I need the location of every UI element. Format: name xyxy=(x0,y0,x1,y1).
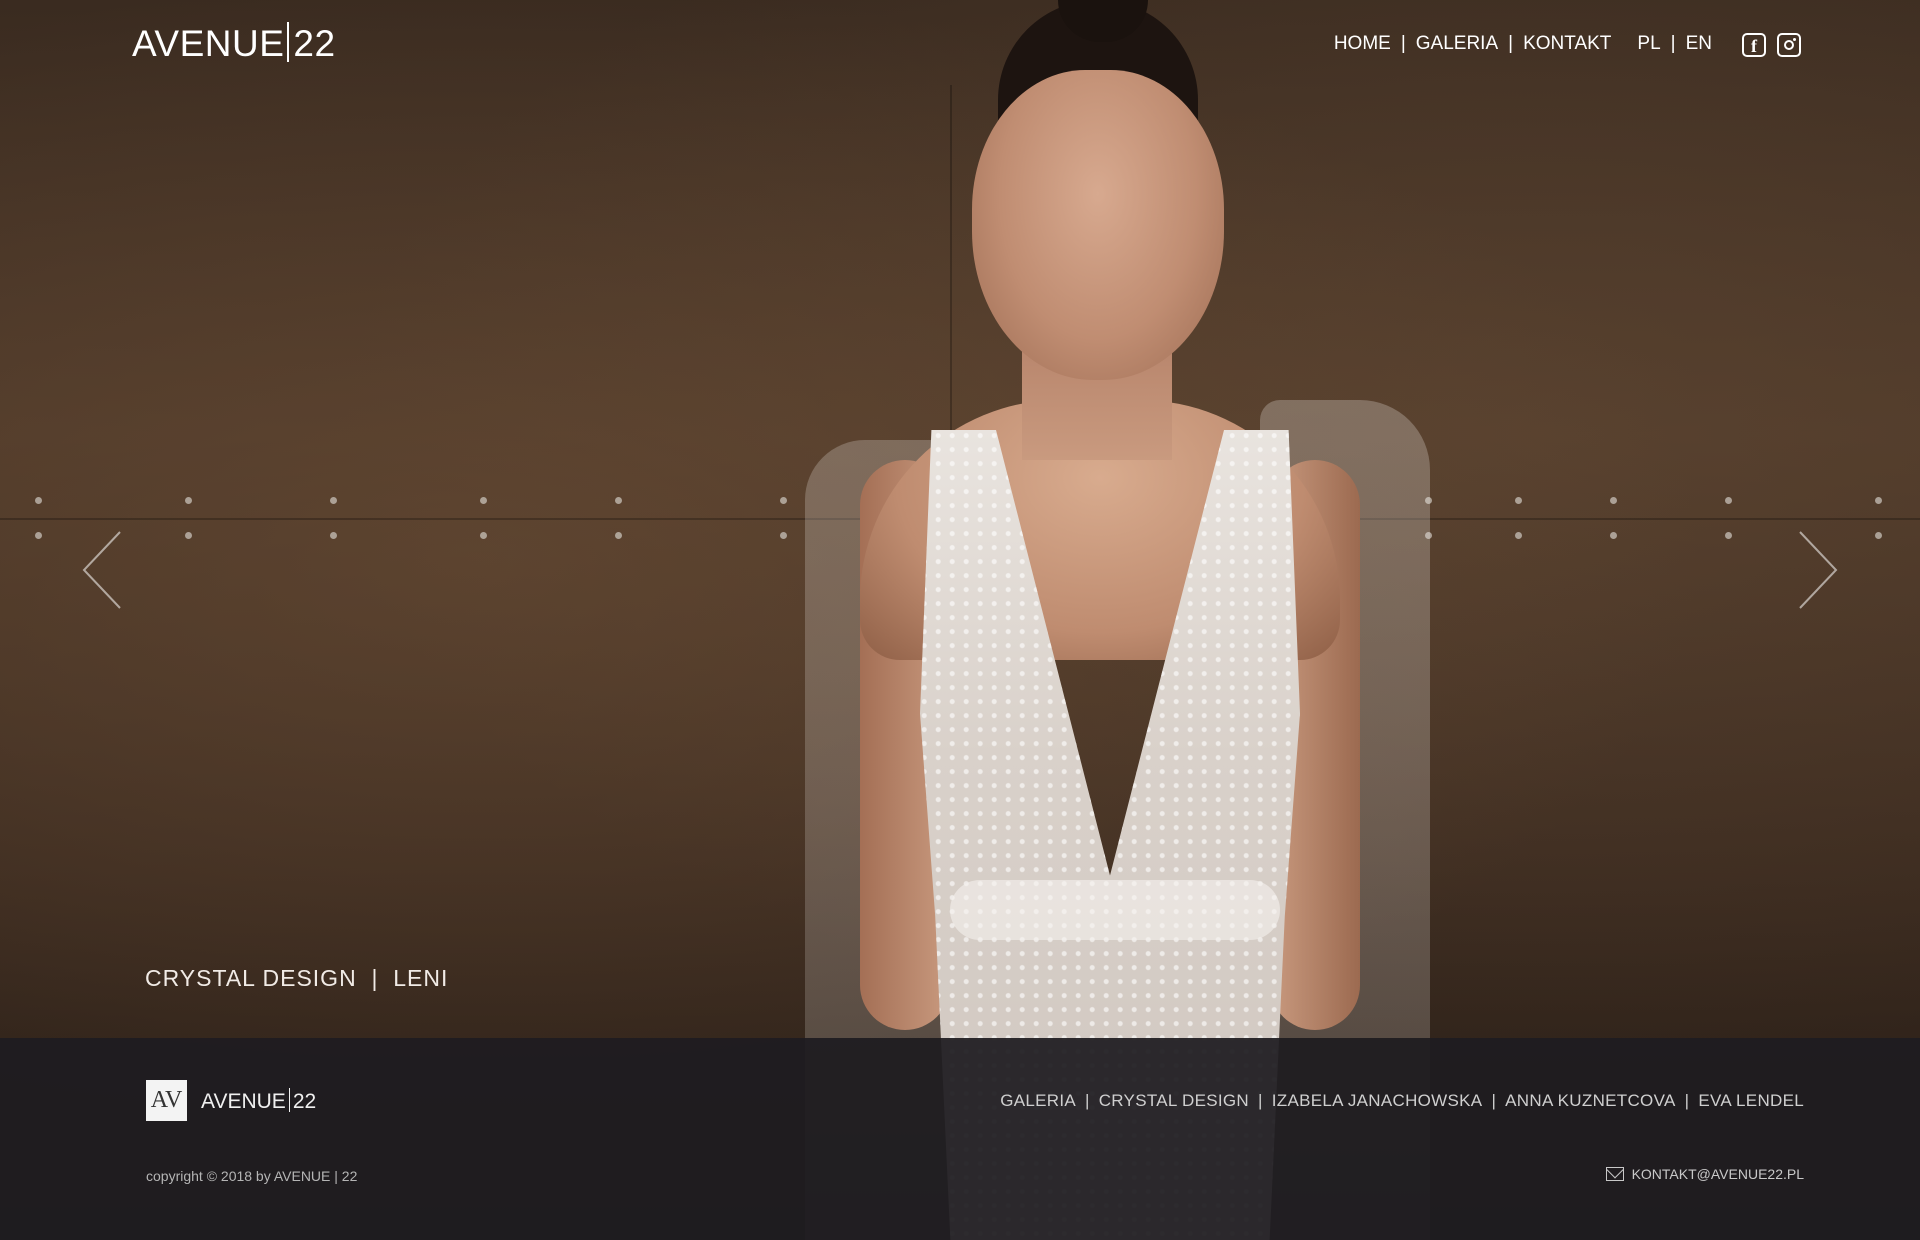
caption-model: LENI xyxy=(393,965,449,991)
lang-separator: | xyxy=(1670,33,1676,54)
nav-separator: | xyxy=(1400,33,1406,54)
footer-brand: AVENUE 22 xyxy=(201,1087,317,1113)
footer-link-eva-lendel[interactable]: EVA LENDEL xyxy=(1698,1091,1804,1111)
footer-link-crystal-design[interactable]: CRYSTAL DESIGN xyxy=(1099,1091,1249,1111)
rivet xyxy=(35,532,42,539)
rivet xyxy=(1725,532,1732,539)
nav-home[interactable]: HOME xyxy=(1334,30,1391,58)
face xyxy=(972,70,1224,380)
main-nav: HOME | GALERIA | KONTAKT PL | EN xyxy=(1334,30,1712,58)
logo-divider xyxy=(287,22,290,62)
footer-email-link[interactable]: KONTAKT@AVENUE22.PL xyxy=(1605,1166,1804,1182)
caption-brand: CRYSTAL DESIGN xyxy=(145,965,357,991)
logo-text-left: AVENUE xyxy=(132,23,285,64)
footer-nav: GALERIA | CRYSTAL DESIGN | IZABELA JANAC… xyxy=(1000,1091,1804,1111)
rivet xyxy=(1875,532,1882,539)
copyright-text: copyright © 2018 by AVENUE | 22 xyxy=(146,1168,358,1184)
rivet xyxy=(35,497,42,504)
rivet xyxy=(330,532,337,539)
rivet xyxy=(1515,532,1522,539)
footer xyxy=(0,1038,1920,1240)
rivet xyxy=(780,497,787,504)
dress-waist xyxy=(950,880,1280,940)
nav-galeria[interactable]: GALERIA xyxy=(1416,30,1498,58)
chevron-left-icon xyxy=(82,531,121,609)
instagram-icon[interactable] xyxy=(1777,33,1801,57)
footer-link-anna-kuznetcova[interactable]: ANNA KUZNETCOVA xyxy=(1505,1091,1675,1111)
logo-text-right: 22 xyxy=(293,23,336,64)
rivet xyxy=(780,532,787,539)
rivet xyxy=(1725,497,1732,504)
email-address: KONTAKT@AVENUE22.PL xyxy=(1631,1166,1804,1182)
slider-prev-button[interactable] xyxy=(80,530,126,610)
rivet xyxy=(185,532,192,539)
av-monogram: AV xyxy=(146,1080,187,1121)
lang-pl[interactable]: PL xyxy=(1637,30,1660,58)
slide-caption: CRYSTAL DESIGN | LENI xyxy=(145,965,448,992)
chevron-right-icon xyxy=(1799,531,1838,609)
site-logo[interactable]: AVENUE 22 xyxy=(132,20,336,68)
rivet xyxy=(330,497,337,504)
lang-en[interactable]: EN xyxy=(1686,30,1712,58)
footer-link-galeria[interactable]: GALERIA xyxy=(1000,1091,1076,1111)
caption-separator: | xyxy=(364,965,386,991)
rivet xyxy=(1610,497,1617,504)
footer-logo[interactable]: AV AVENUE 22 xyxy=(146,1080,316,1121)
facebook-icon[interactable]: f xyxy=(1742,33,1766,57)
slider-next-button[interactable] xyxy=(1794,530,1840,610)
rivet xyxy=(1610,532,1617,539)
nav-separator: | xyxy=(1508,33,1514,54)
rivet xyxy=(1515,497,1522,504)
footer-link-izabela-janachowska[interactable]: IZABELA JANACHOWSKA xyxy=(1272,1091,1483,1111)
rivet xyxy=(615,497,622,504)
rivet xyxy=(480,497,487,504)
nav-kontakt[interactable]: KONTAKT xyxy=(1523,30,1611,58)
mail-icon xyxy=(1605,1167,1624,1181)
rivet xyxy=(480,532,487,539)
rivet xyxy=(185,497,192,504)
rivet xyxy=(1875,497,1882,504)
rivet xyxy=(615,532,622,539)
